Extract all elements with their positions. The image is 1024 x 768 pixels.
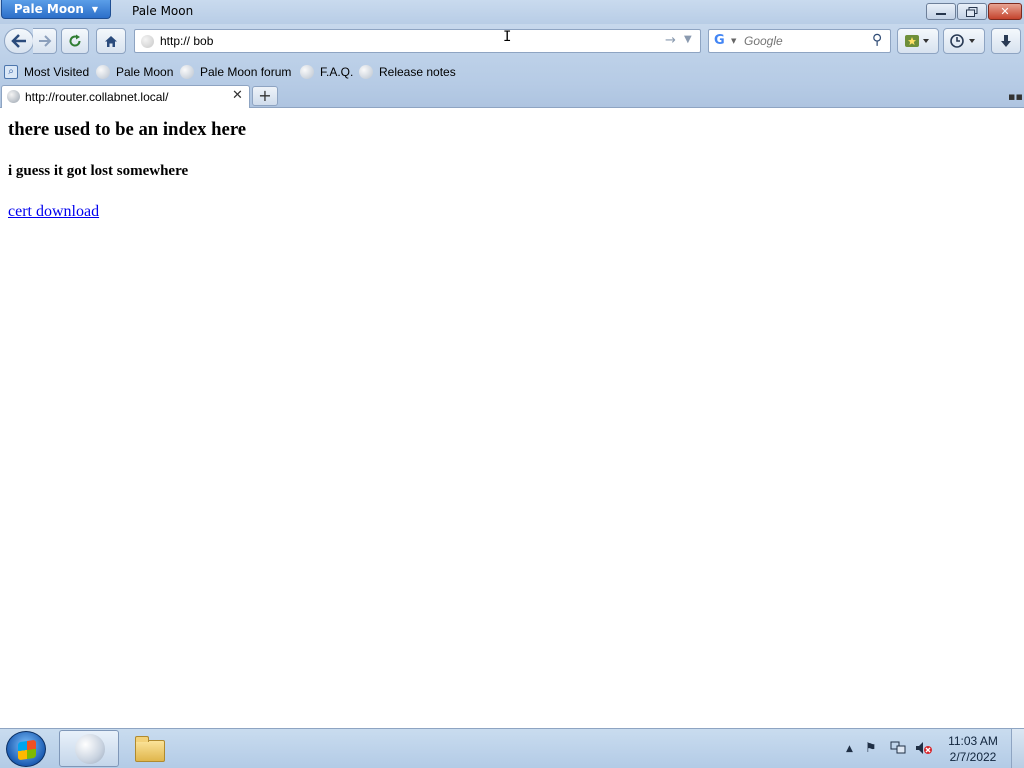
taskbar-pale-moon[interactable] (59, 730, 119, 767)
show-hidden-icons-icon[interactable]: ▲ (846, 744, 853, 754)
go-arrow-icon[interactable]: → (665, 33, 676, 48)
most-visited-icon: ⌕ (4, 65, 18, 79)
navigation-toolbar: → ▼ G ▼ ⚲ (0, 24, 1024, 60)
restore-icon (966, 6, 978, 17)
new-tab-button[interactable]: + (252, 86, 278, 106)
forward-button[interactable] (33, 28, 57, 54)
text-cursor-icon: I (503, 29, 512, 45)
window-title: Pale Moon (132, 4, 194, 18)
bookmark-label: Pale Moon forum (200, 65, 292, 79)
close-icon: ✕ (1000, 5, 1010, 18)
tab-router-collabnet[interactable]: http://router.collabnet.local/ ✕ (1, 85, 250, 108)
tab-label: http://router.collabnet.local/ (25, 90, 169, 104)
url-input[interactable] (160, 30, 640, 52)
close-window-button[interactable]: ✕ (988, 3, 1022, 20)
page-heading: there used to be an index here (8, 119, 247, 140)
search-bar[interactable]: G ▼ ⚲ (708, 29, 891, 53)
restore-button[interactable] (957, 3, 987, 20)
home-icon (105, 35, 117, 47)
bookmark-label: Release notes (379, 65, 456, 79)
forward-arrow-icon (38, 35, 51, 47)
clock-time: 11:03 AM (948, 734, 998, 748)
magnifier-icon[interactable]: ⚲ (872, 32, 882, 48)
bookmark-faq[interactable]: F.A.Q. (300, 64, 353, 80)
search-input[interactable] (744, 30, 869, 52)
tab-strip: http://router.collabnet.local/ ✕ + ▪▪ (0, 84, 1024, 108)
clock[interactable]: 11:03 AM 2/7/2022 (945, 733, 1001, 765)
tab-list-icon[interactable]: ▪▪ (1008, 90, 1023, 103)
pale-moon-icon (75, 734, 105, 764)
history-button[interactable] (943, 28, 985, 54)
back-button[interactable] (4, 28, 34, 54)
bookmark-label: Pale Moon (116, 65, 174, 79)
app-menu-button[interactable]: Pale Moon ▼ (1, 0, 111, 19)
page-content: there used to be an index here i guess i… (0, 108, 1024, 728)
page-subheading: i guess it got lost somewhere (8, 163, 189, 179)
windows-logo-icon (18, 739, 36, 761)
network-monitor-icon (890, 741, 906, 754)
site-identity-icon[interactable] (141, 35, 154, 48)
bookmark-most-visited[interactable]: ⌕ Most Visited (4, 64, 89, 80)
network-icon[interactable] (890, 741, 906, 759)
taskbar: ▲ ⚑ 11:03 AM 2/7/2022 (0, 728, 1024, 768)
back-arrow-icon (11, 34, 26, 48)
download-arrow-icon (1001, 35, 1011, 47)
volume-muted-icon[interactable] (915, 741, 933, 759)
downloads-button[interactable] (991, 28, 1021, 54)
bookmark-star-icon (905, 35, 929, 47)
bookmark-pale-moon-forum[interactable]: Pale Moon forum (180, 64, 291, 80)
globe-icon (300, 65, 314, 79)
clock-date: 2/7/2022 (949, 750, 997, 764)
globe-icon (96, 65, 110, 79)
minimize-button[interactable] (926, 3, 956, 20)
bookmark-label: F.A.Q. (320, 65, 354, 79)
taskbar-file-explorer[interactable] (130, 734, 170, 764)
home-button[interactable] (96, 28, 126, 54)
speaker-icon (916, 742, 932, 754)
chevron-down-icon[interactable]: ▼ (731, 37, 736, 45)
tab-favicon-globe-icon (7, 90, 20, 103)
plus-icon: + (258, 86, 272, 105)
minimize-icon (936, 12, 946, 15)
title-bar: Pale Moon ▼ Pale Moon ✕ (0, 0, 1024, 24)
folder-icon (135, 736, 165, 762)
bookmark-label: Most Visited (24, 65, 90, 79)
bookmark-pale-moon[interactable]: Pale Moon (96, 64, 173, 80)
globe-icon (359, 65, 373, 79)
address-bar[interactable]: → ▼ (134, 29, 701, 53)
clock-icon (950, 34, 975, 48)
bookmark-release-notes[interactable]: Release notes (359, 64, 456, 80)
chevron-down-icon: ▼ (91, 4, 99, 14)
cert-download-link[interactable]: cert download (8, 203, 99, 221)
action-center-flag-icon[interactable]: ⚑ (865, 741, 877, 756)
bookmarks-toolbar: ⌕ Most Visited Pale Moon Pale Moon forum… (0, 60, 1024, 84)
globe-icon (180, 65, 194, 79)
app-menu-label: Pale Moon (13, 2, 84, 16)
url-history-dropdown-icon[interactable]: ▼ (684, 34, 692, 45)
bookmarks-menu-button[interactable] (897, 28, 939, 54)
show-desktop-button[interactable] (1011, 729, 1024, 768)
google-icon[interactable]: G (714, 33, 725, 48)
start-button[interactable] (6, 731, 46, 767)
reload-button[interactable] (61, 28, 89, 54)
reload-icon (69, 34, 81, 47)
system-tray: ▲ ⚑ 11:03 AM 2/7/2022 (845, 729, 1015, 768)
close-tab-icon[interactable]: ✕ (232, 88, 243, 103)
